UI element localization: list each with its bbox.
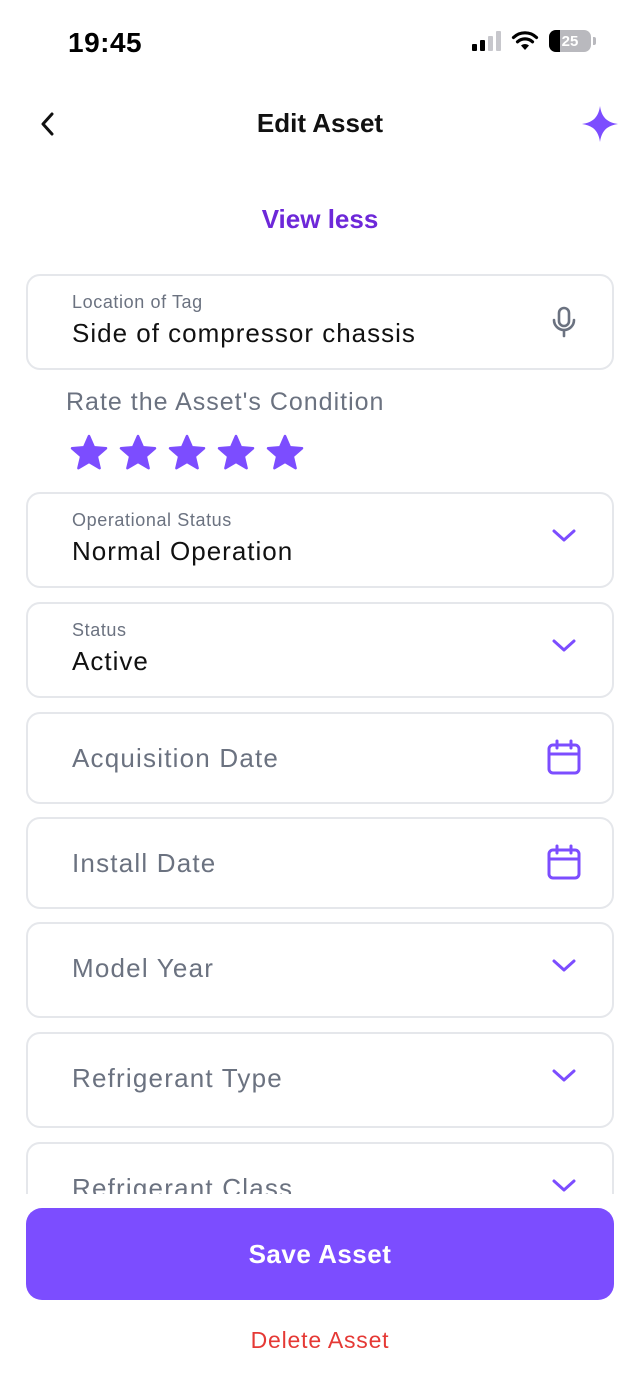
dictate-button[interactable] <box>544 302 584 342</box>
chevron-down-icon <box>544 626 584 666</box>
acquisition-date-field[interactable]: Acquisition Date <box>26 712 614 804</box>
save-asset-button[interactable]: Save Asset <box>26 1208 614 1300</box>
asset-form: Location of Tag Side of compressor chass… <box>26 274 614 1194</box>
star-icon[interactable] <box>266 434 304 472</box>
refrigerant-type-placeholder: Refrigerant Type <box>72 1063 283 1093</box>
operational-status-value: Normal Operation <box>72 536 294 566</box>
delete-asset-button[interactable]: Delete Asset <box>0 1327 640 1354</box>
battery-level: 25 <box>561 32 579 50</box>
refrigerant-class-select[interactable]: Refrigerant Class <box>26 1142 614 1194</box>
battery-icon: 25 <box>549 30 596 52</box>
refrigerant-type-select[interactable]: Refrigerant Type <box>26 1032 614 1128</box>
operational-status-select[interactable]: Operational Status Normal Operation <box>26 492 614 588</box>
model-year-placeholder: Model Year <box>72 953 215 983</box>
model-year-select[interactable]: Model Year <box>26 922 614 1018</box>
cellular-signal-icon <box>472 31 501 51</box>
nav-header: Edit Asset <box>0 96 640 152</box>
chevron-down-icon <box>544 516 584 556</box>
page-title: Edit Asset <box>256 108 384 138</box>
chevron-down-icon <box>544 1056 584 1096</box>
star-icon[interactable] <box>70 434 108 472</box>
chevron-down-icon <box>544 1166 584 1194</box>
condition-rating-label: Rate the Asset's Condition <box>66 388 385 416</box>
calendar-icon[interactable] <box>544 843 584 883</box>
status-time: 19:45 <box>68 27 143 58</box>
location-of-tag-field[interactable]: Location of Tag Side of compressor chass… <box>26 274 614 370</box>
location-of-tag-value[interactable]: Side of compressor chassis <box>72 318 416 349</box>
location-of-tag-label: Location of Tag <box>72 292 203 312</box>
refrigerant-class-placeholder: Refrigerant Class <box>72 1173 294 1194</box>
sparkle-icon <box>582 106 618 142</box>
ai-assistant-button[interactable] <box>578 102 622 146</box>
star-icon[interactable] <box>168 434 206 472</box>
microphone-icon <box>552 306 576 338</box>
view-less-toggle[interactable]: View less <box>0 204 640 235</box>
status-value: Active <box>72 646 149 676</box>
calendar-icon[interactable] <box>544 738 584 778</box>
star-icon[interactable] <box>217 434 255 472</box>
status-bar: 19:45 25 <box>0 0 640 88</box>
operational-status-label: Operational Status <box>72 510 232 530</box>
install-date-placeholder: Install Date <box>72 848 217 878</box>
install-date-field[interactable]: Install Date <box>26 817 614 909</box>
status-select[interactable]: Status Active <box>26 602 614 698</box>
acquisition-date-placeholder: Acquisition Date <box>72 743 280 773</box>
chevron-down-icon <box>544 946 584 986</box>
condition-star-rating[interactable] <box>70 434 304 472</box>
status-label: Status <box>72 620 127 640</box>
star-icon[interactable] <box>119 434 157 472</box>
status-icons: 25 <box>472 30 596 52</box>
wifi-icon <box>511 31 539 50</box>
